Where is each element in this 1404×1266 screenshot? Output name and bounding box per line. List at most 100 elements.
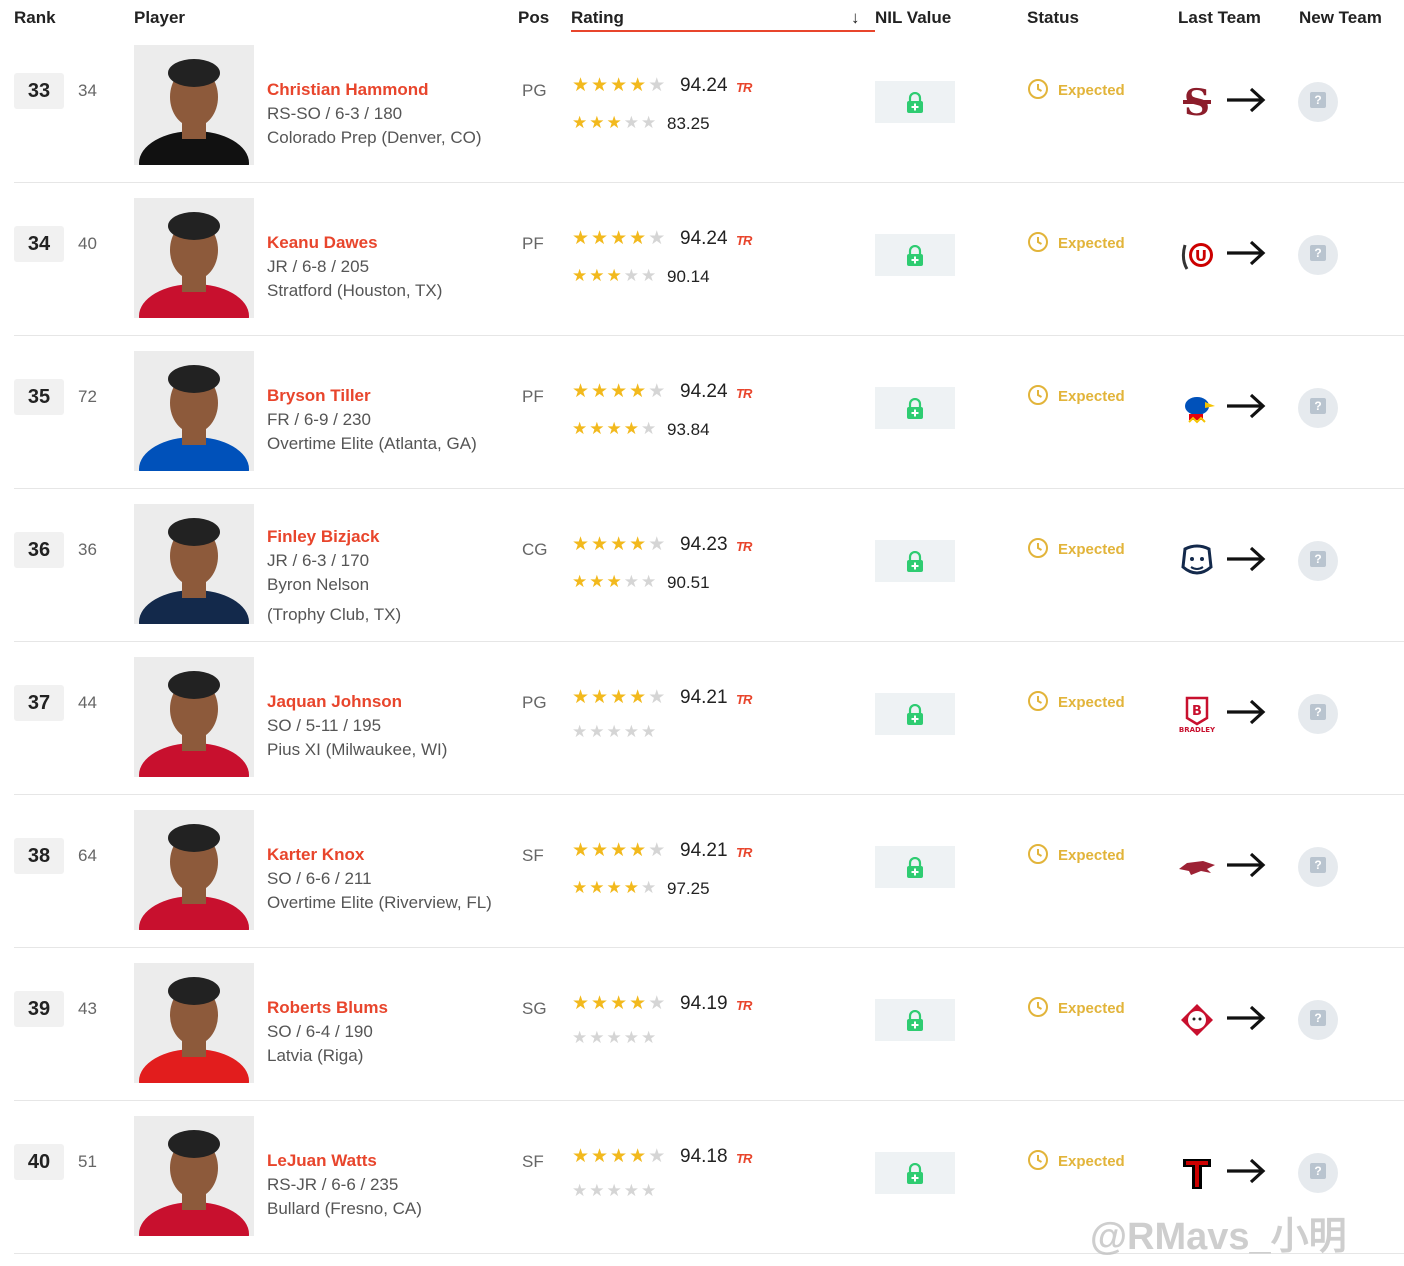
star-icon: ★ <box>623 572 641 591</box>
tr-badge: TR <box>736 1151 752 1166</box>
star-icon: ★ <box>648 840 668 861</box>
star-icon: ★ <box>610 534 630 555</box>
table-row[interactable]: 39 43 Roberts Blums SO / 6-4 / 190 Latvia (… <box>14 948 1404 1101</box>
player-name[interactable]: Jaquan Johnson <box>267 692 402 712</box>
header-pos[interactable]: Pos <box>518 8 549 28</box>
status-label: Expected <box>1058 541 1125 558</box>
star-icon: ★ <box>572 840 592 861</box>
table-row[interactable]: 34 40 Keanu Dawes JR / 6-8 / 205 Stratford … <box>14 183 1404 336</box>
player-details: RS-SO / 6-3 / 180 <box>267 104 403 123</box>
header-nil-value[interactable]: NIL Value <box>875 8 951 28</box>
header-new-team[interactable]: New Team <box>1299 8 1382 28</box>
player-name[interactable]: Keanu Dawes <box>267 233 378 253</box>
table-row[interactable]: 35 72 Bryson Tiller FR / 6-9 / 230 Overtime… <box>14 336 1404 489</box>
player-photo[interactable] <box>134 504 254 624</box>
player-photo[interactable] <box>134 657 254 777</box>
table-row[interactable]: 33 34 Christian Hammond RS-SO / 6-3 / 180 C… <box>14 30 1404 183</box>
table-row[interactable]: 37 44 Jaquan Johnson SO / 5-11 / 195 Pius X… <box>14 642 1404 795</box>
unknown-team-icon: ? <box>1298 388 1338 428</box>
arkansas-logo[interactable] <box>1177 847 1217 887</box>
utah-logo[interactable]: U <box>1177 235 1217 275</box>
lock-icon <box>907 704 923 725</box>
table-row[interactable]: 38 64 Karter Knox SO / 6-6 / 211 Overtime E… <box>14 795 1404 948</box>
star-icon: ★ <box>610 228 630 249</box>
table-header: Rank Player Pos Rating ↓ NIL Value Statu… <box>0 0 1404 34</box>
header-status[interactable]: Status <box>1027 8 1079 28</box>
star-icon: ★ <box>629 687 649 708</box>
star-icon: ★ <box>572 75 592 96</box>
player-position: PG <box>522 693 547 712</box>
player-photo[interactable] <box>134 810 254 930</box>
clock-icon <box>1027 996 1049 1023</box>
star-icon: ★ <box>629 993 649 1014</box>
lock-icon <box>907 1163 923 1184</box>
header-rating[interactable]: Rating <box>571 8 624 28</box>
player-photo[interactable] <box>134 351 254 471</box>
lock-icon <box>907 398 923 419</box>
star-icon: ★ <box>591 228 611 249</box>
recruit-rating-stars: ★★★★★ <box>572 419 658 439</box>
nil-value-locked[interactable] <box>875 540 955 582</box>
player-name[interactable]: LeJuan Watts <box>267 1151 377 1171</box>
star-icon: ★ <box>572 1028 590 1047</box>
transfer-rating-stars: ★★★★★ <box>572 382 667 402</box>
transfer-rating-stars: ★★★★★ <box>572 841 667 861</box>
texas-tech-logo[interactable] <box>1177 1153 1217 1193</box>
star-icon: ★ <box>641 722 659 741</box>
star-icon: ★ <box>591 534 611 555</box>
nil-value-locked[interactable] <box>875 81 955 123</box>
star-icon: ★ <box>589 1181 607 1200</box>
star-icon: ★ <box>629 1146 649 1167</box>
santa-clara-logo[interactable]: S <box>1177 82 1217 124</box>
bradley-logo[interactable]: B BRADLEY <box>1177 694 1217 734</box>
player-photo[interactable] <box>134 1116 254 1236</box>
player-name[interactable]: Christian Hammond <box>267 80 429 100</box>
svg-text:U: U <box>1195 247 1207 265</box>
star-icon: ★ <box>610 687 630 708</box>
star-icon: ★ <box>629 534 649 555</box>
player-name[interactable]: Karter Knox <box>267 845 364 865</box>
kansas-logo[interactable] <box>1177 388 1217 428</box>
header-last-team[interactable]: Last Team <box>1178 8 1261 28</box>
tr-badge: TR <box>736 539 752 554</box>
rank-badge: 37 <box>14 685 64 721</box>
watermark: @RMavs_小明 <box>1090 1216 1347 1258</box>
status-label: Expected <box>1058 1153 1125 1170</box>
svg-text:B: B <box>1192 704 1202 719</box>
butler-logo[interactable] <box>1177 541 1217 581</box>
player-position: PF <box>522 234 544 253</box>
star-icon: ★ <box>648 381 668 402</box>
player-photo[interactable] <box>134 198 254 318</box>
player-name[interactable]: Finley Bizjack <box>267 527 379 547</box>
star-icon: ★ <box>623 722 641 741</box>
player-name[interactable]: Bryson Tiller <box>267 386 371 406</box>
header-player[interactable]: Player <box>134 8 185 28</box>
davidson-logo[interactable] <box>1177 1000 1217 1040</box>
player-photo[interactable] <box>134 45 254 165</box>
star-icon: ★ <box>606 1028 624 1047</box>
rank-badge: 40 <box>14 1144 64 1180</box>
previous-rank: 64 <box>78 846 97 865</box>
arrow-right-icon <box>1225 1157 1267 1190</box>
transfer-rating-stars: ★★★★★ <box>572 994 667 1014</box>
nil-value-locked[interactable] <box>875 1152 955 1194</box>
star-icon: ★ <box>623 878 641 897</box>
star-icon: ★ <box>629 228 649 249</box>
star-icon: ★ <box>623 1181 641 1200</box>
nil-value-locked[interactable] <box>875 999 955 1041</box>
header-rank[interactable]: Rank <box>14 8 56 28</box>
table-row[interactable]: 36 36 Finley Bizjack JR / 6-3 / 170 Byron N… <box>14 489 1404 642</box>
nil-value-locked[interactable] <box>875 387 955 429</box>
star-icon: ★ <box>591 993 611 1014</box>
nil-value-locked[interactable] <box>875 846 955 888</box>
nil-value-locked[interactable] <box>875 693 955 735</box>
star-icon: ★ <box>589 266 607 285</box>
star-icon: ★ <box>623 1028 641 1047</box>
nil-value-locked[interactable] <box>875 234 955 276</box>
star-icon: ★ <box>591 840 611 861</box>
sort-down-icon[interactable]: ↓ <box>851 8 860 28</box>
unknown-team-icon: ? <box>1298 1000 1338 1040</box>
player-name[interactable]: Roberts Blums <box>267 998 388 1018</box>
player-photo[interactable] <box>134 963 254 1083</box>
player-details: JR / 6-8 / 205 <box>267 257 370 276</box>
